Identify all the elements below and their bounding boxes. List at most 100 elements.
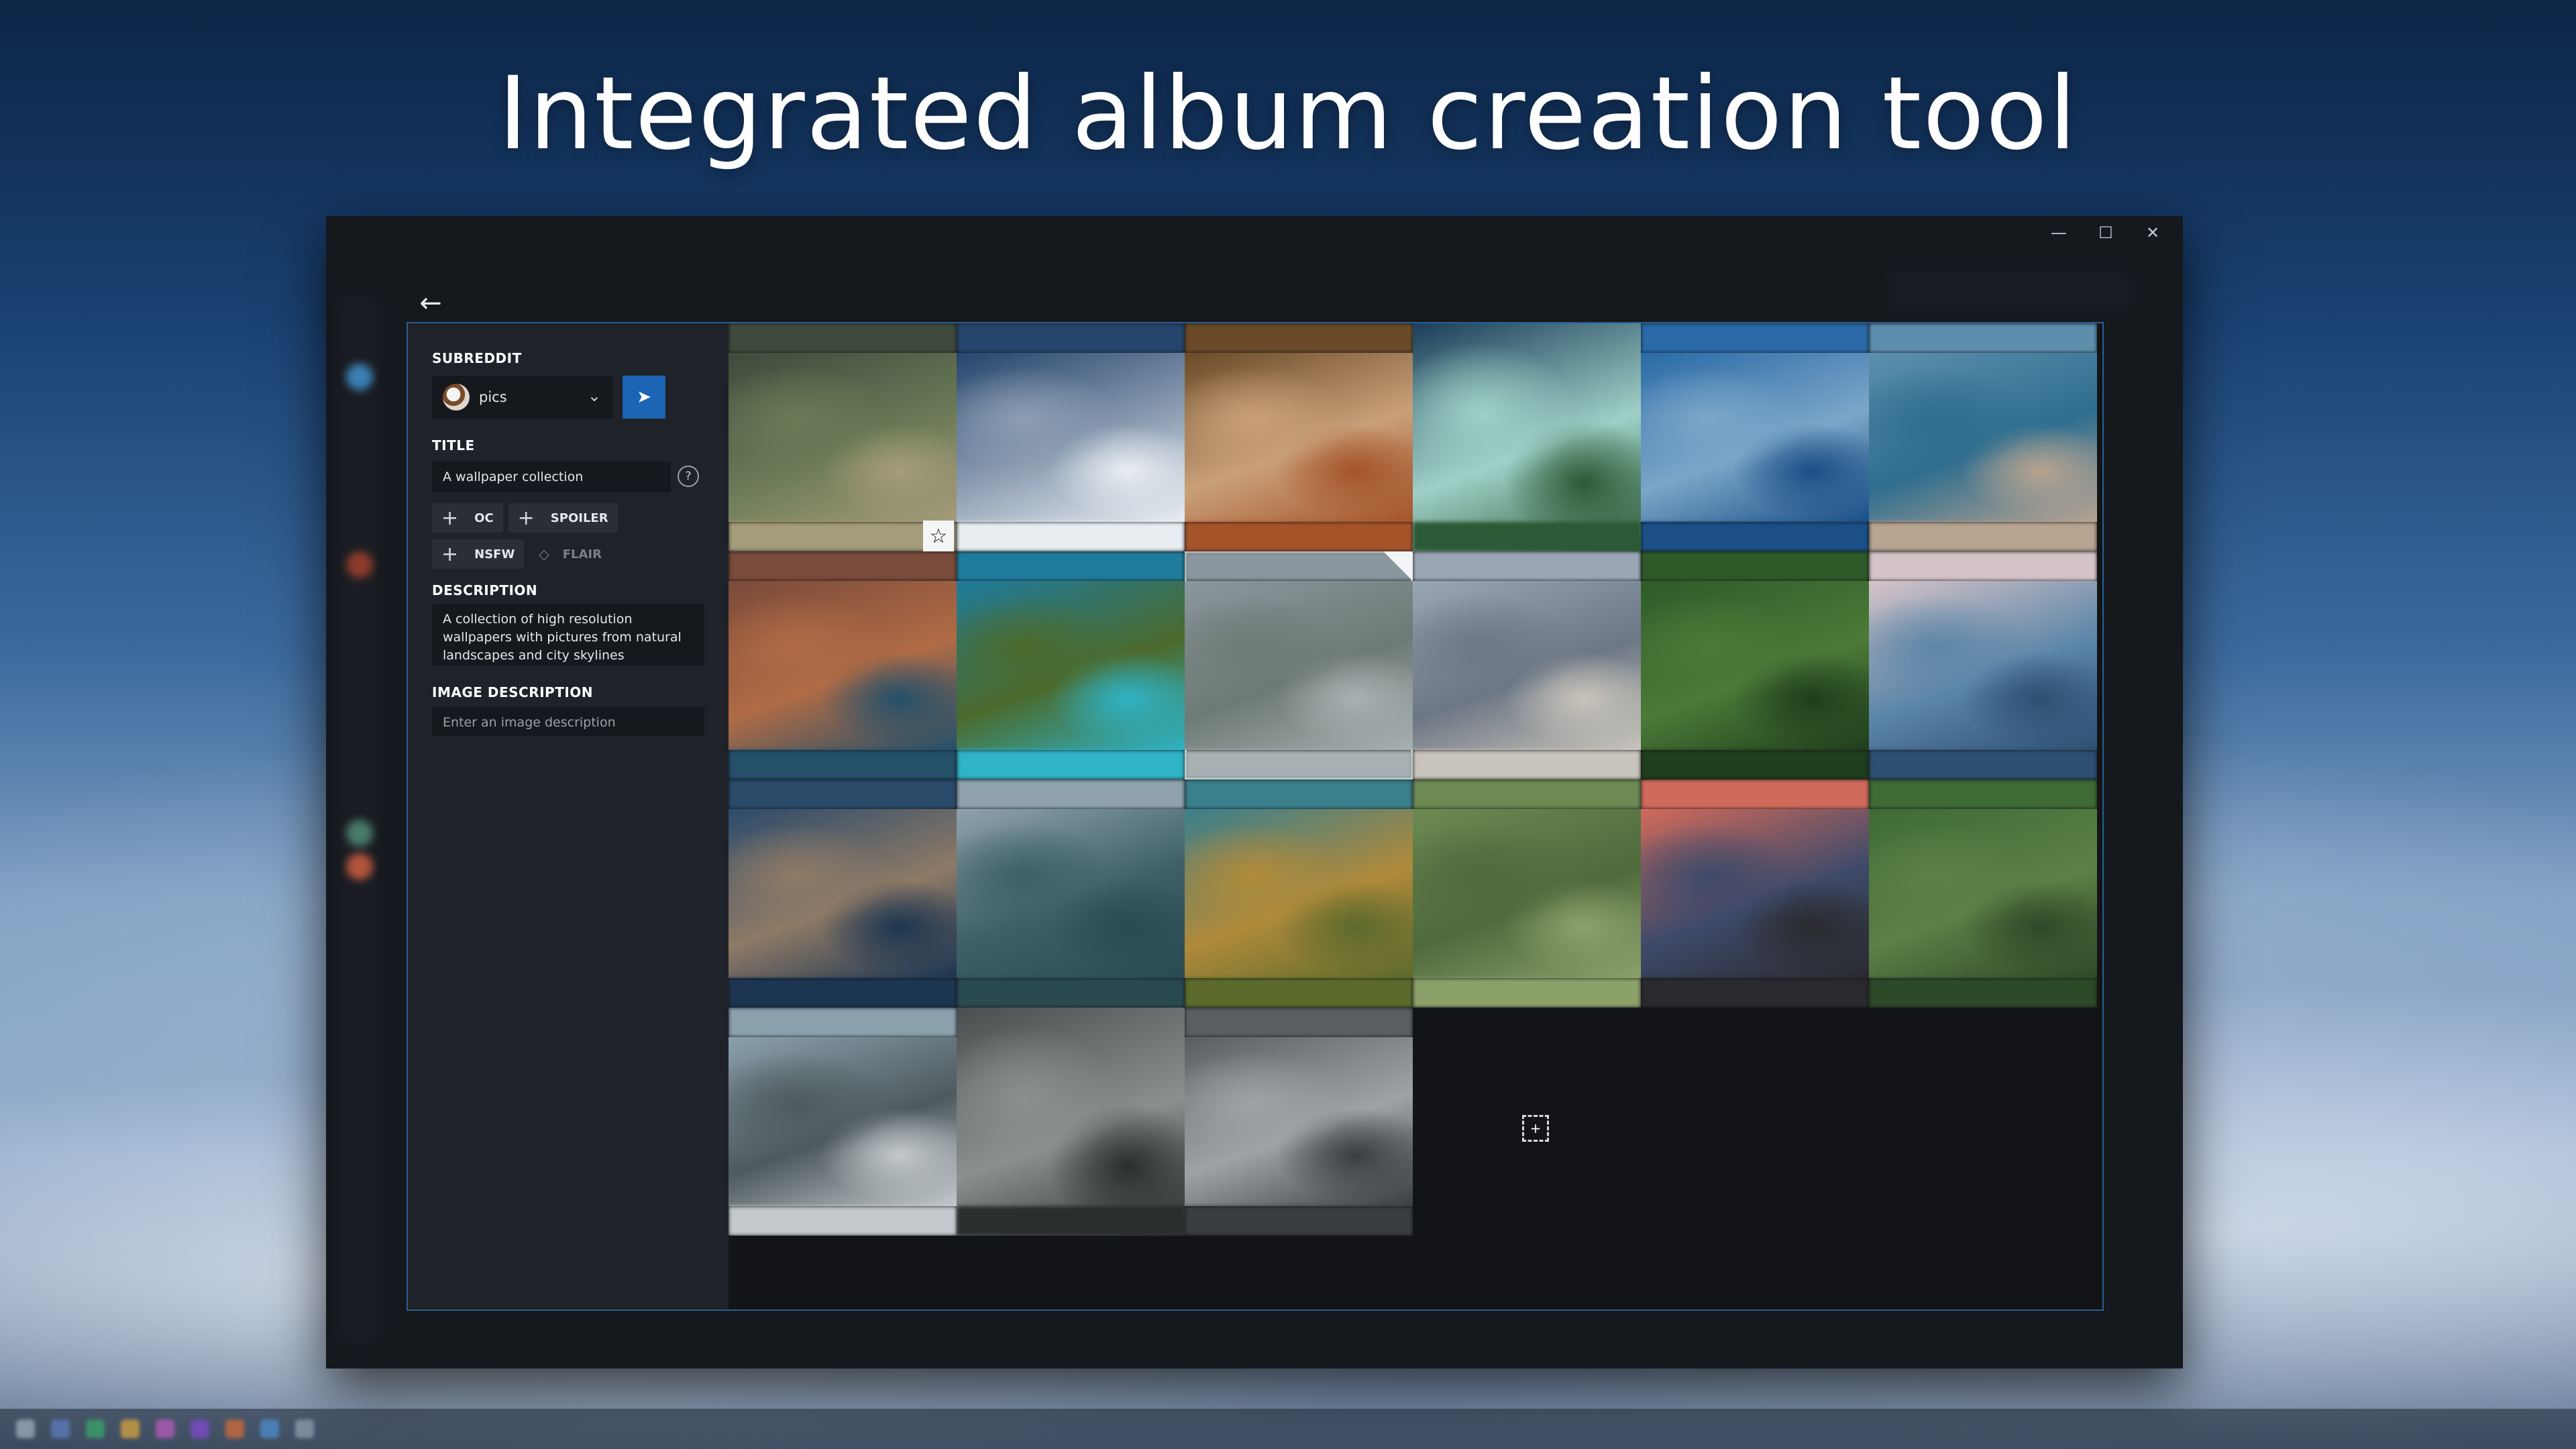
flair-button[interactable]: ◇ FLAIR [529,539,611,569]
headline: Integrated album creation tool [498,56,2078,172]
tile-blur-pad [1869,780,2097,809]
taskbar-app-icon[interactable] [16,1419,35,1438]
taskbar-app-icon[interactable] [86,1419,105,1438]
taskbar-app-icon[interactable] [156,1419,174,1438]
send-button[interactable]: ➤ [623,376,665,419]
add-image-button[interactable]: + [1522,1115,1549,1142]
taskbar-app-icon[interactable] [121,1419,140,1438]
image-thumbnail [1185,809,1413,978]
minimize-button[interactable]: — [2035,216,2082,250]
add-icon: + [1529,1120,1542,1136]
tag-row-2: + NSFW ◇ FLAIR [432,539,611,569]
image-thumbnail [1869,809,2097,978]
tile-blur-pad [729,1206,957,1236]
image-thumbnail [1185,581,1413,750]
tag-row-1: + OC + SPOILER [432,503,618,533]
image-tile-city-autumn-trees[interactable] [1185,323,1413,551]
image-description-label: IMAGE DESCRIPTION [432,684,594,700]
image-thumbnail [957,353,1185,522]
image-tile-domed-stadium[interactable] [957,1008,1185,1236]
background-dot [346,853,373,880]
window-controls: — ☐ ✕ [2035,216,2176,250]
image-thumbnail [1641,581,1869,750]
image-tile-snowy-mountains[interactable] [957,323,1185,551]
tile-blur-pad [1641,780,1869,809]
tile-blur-pad [729,551,957,581]
nsfw-toggle-button[interactable]: + NSFW [432,539,525,569]
taskbar-app-icon[interactable] [295,1419,314,1438]
tile-blur-pad [957,750,1185,780]
taskbar-app-icon[interactable] [191,1419,209,1438]
image-tile-mountain-ridges[interactable] [729,780,957,1008]
image-thumbnail [1413,581,1641,750]
maximize-button[interactable]: ☐ [2082,216,2129,250]
help-icon[interactable]: ? [678,466,699,487]
tile-blur-pad [1413,750,1641,780]
background-header [1889,270,2131,310]
tile-blur-pad [729,750,957,780]
tile-blur-pad [1869,522,2097,551]
image-tile-city-river-haze[interactable] [1185,551,1413,780]
oc-toggle-button[interactable]: + OC [432,503,503,533]
image-thumbnail [1413,809,1641,978]
image-description-input[interactable]: Enter an image description [432,707,704,737]
image-tile-tropical-cove[interactable] [957,551,1185,780]
tile-blur-pad [1641,978,1869,1008]
description-label: DESCRIPTION [432,582,538,598]
image-thumbnail [1869,581,2097,750]
image-tile-winding-forest-road[interactable] [1641,551,1869,780]
image-tile-green-valley-road[interactable] [1869,780,2097,1008]
image-tile-atoll-island[interactable] [1413,323,1641,551]
tile-blur-pad [1413,978,1641,1008]
spoiler-toggle-button[interactable]: + SPOILER [508,503,618,533]
image-tile-coastline-city[interactable] [1869,323,2097,551]
image-tile-city-sunset-sky[interactable] [1641,780,1869,1008]
image-tile-bridge-river-city[interactable] [1413,551,1641,780]
title-input[interactable]: A wallpaper collection [432,462,671,492]
description-textarea[interactable]: A collection of high resolution wallpape… [432,604,704,665]
star-icon[interactable]: ☆ [923,521,954,551]
flair-tag-icon: ◇ [539,546,549,562]
taskbar-app-icon[interactable] [260,1419,279,1438]
taskbar-app-icon[interactable] [225,1419,244,1438]
tile-blur-pad [729,522,957,551]
tile-blur-pad [1185,978,1413,1008]
image-tile-sea-islands[interactable] [957,780,1185,1008]
close-button[interactable]: ✕ [2129,216,2176,250]
tile-blur-pad [1185,551,1413,581]
avatar [443,384,470,411]
tile-blur-pad [1869,551,2097,581]
flair-label: FLAIR [562,547,602,561]
chevron-down-icon: ⌄ [587,386,601,405]
tile-blur-pad [957,551,1185,581]
image-tile-sunset-clouds[interactable] [1869,551,2097,780]
image-tile-river-city-aerial[interactable]: ☆ [729,323,957,551]
image-tile-red-cliffs-coast[interactable] [729,551,957,780]
taskbar-app-icon[interactable] [51,1419,70,1438]
tile-blur-pad [957,522,1185,551]
image-thumbnail [729,353,957,522]
image-tile-dense-city-grid[interactable] [1185,1008,1413,1236]
spoiler-label: SPOILER [550,511,608,525]
image-tile-autumn-lake[interactable] [1185,780,1413,1008]
back-arrow-icon[interactable]: ← [411,283,451,323]
tile-blur-pad [729,978,957,1008]
image-thumbnail [729,581,957,750]
image-tile-coastal-city-blue[interactable] [1641,323,1869,551]
image-thumbnail [957,809,1185,978]
tile-blur-pad [1185,522,1413,551]
tile-blur-pad [957,978,1185,1008]
image-thumbnail [1413,323,1641,551]
subreddit-dropdown[interactable]: pics ⌄ [432,376,613,419]
tile-blur-pad [1185,1008,1413,1037]
tile-blur-pad [957,780,1185,809]
post-form-panel: SUBREDDIT pics ⌄ ➤ TITLE A wallpaper col… [408,323,729,1309]
image-tile-construction-site[interactable] [729,1008,957,1236]
background-dot [346,364,373,390]
tile-blur-pad [957,323,1185,353]
tile-blur-pad [729,1008,957,1037]
tile-blur-pad [1413,780,1641,809]
image-thumbnail [957,1008,1185,1236]
image-tile-meandering-stream[interactable] [1413,780,1641,1008]
tile-blur-pad [957,1206,1185,1236]
